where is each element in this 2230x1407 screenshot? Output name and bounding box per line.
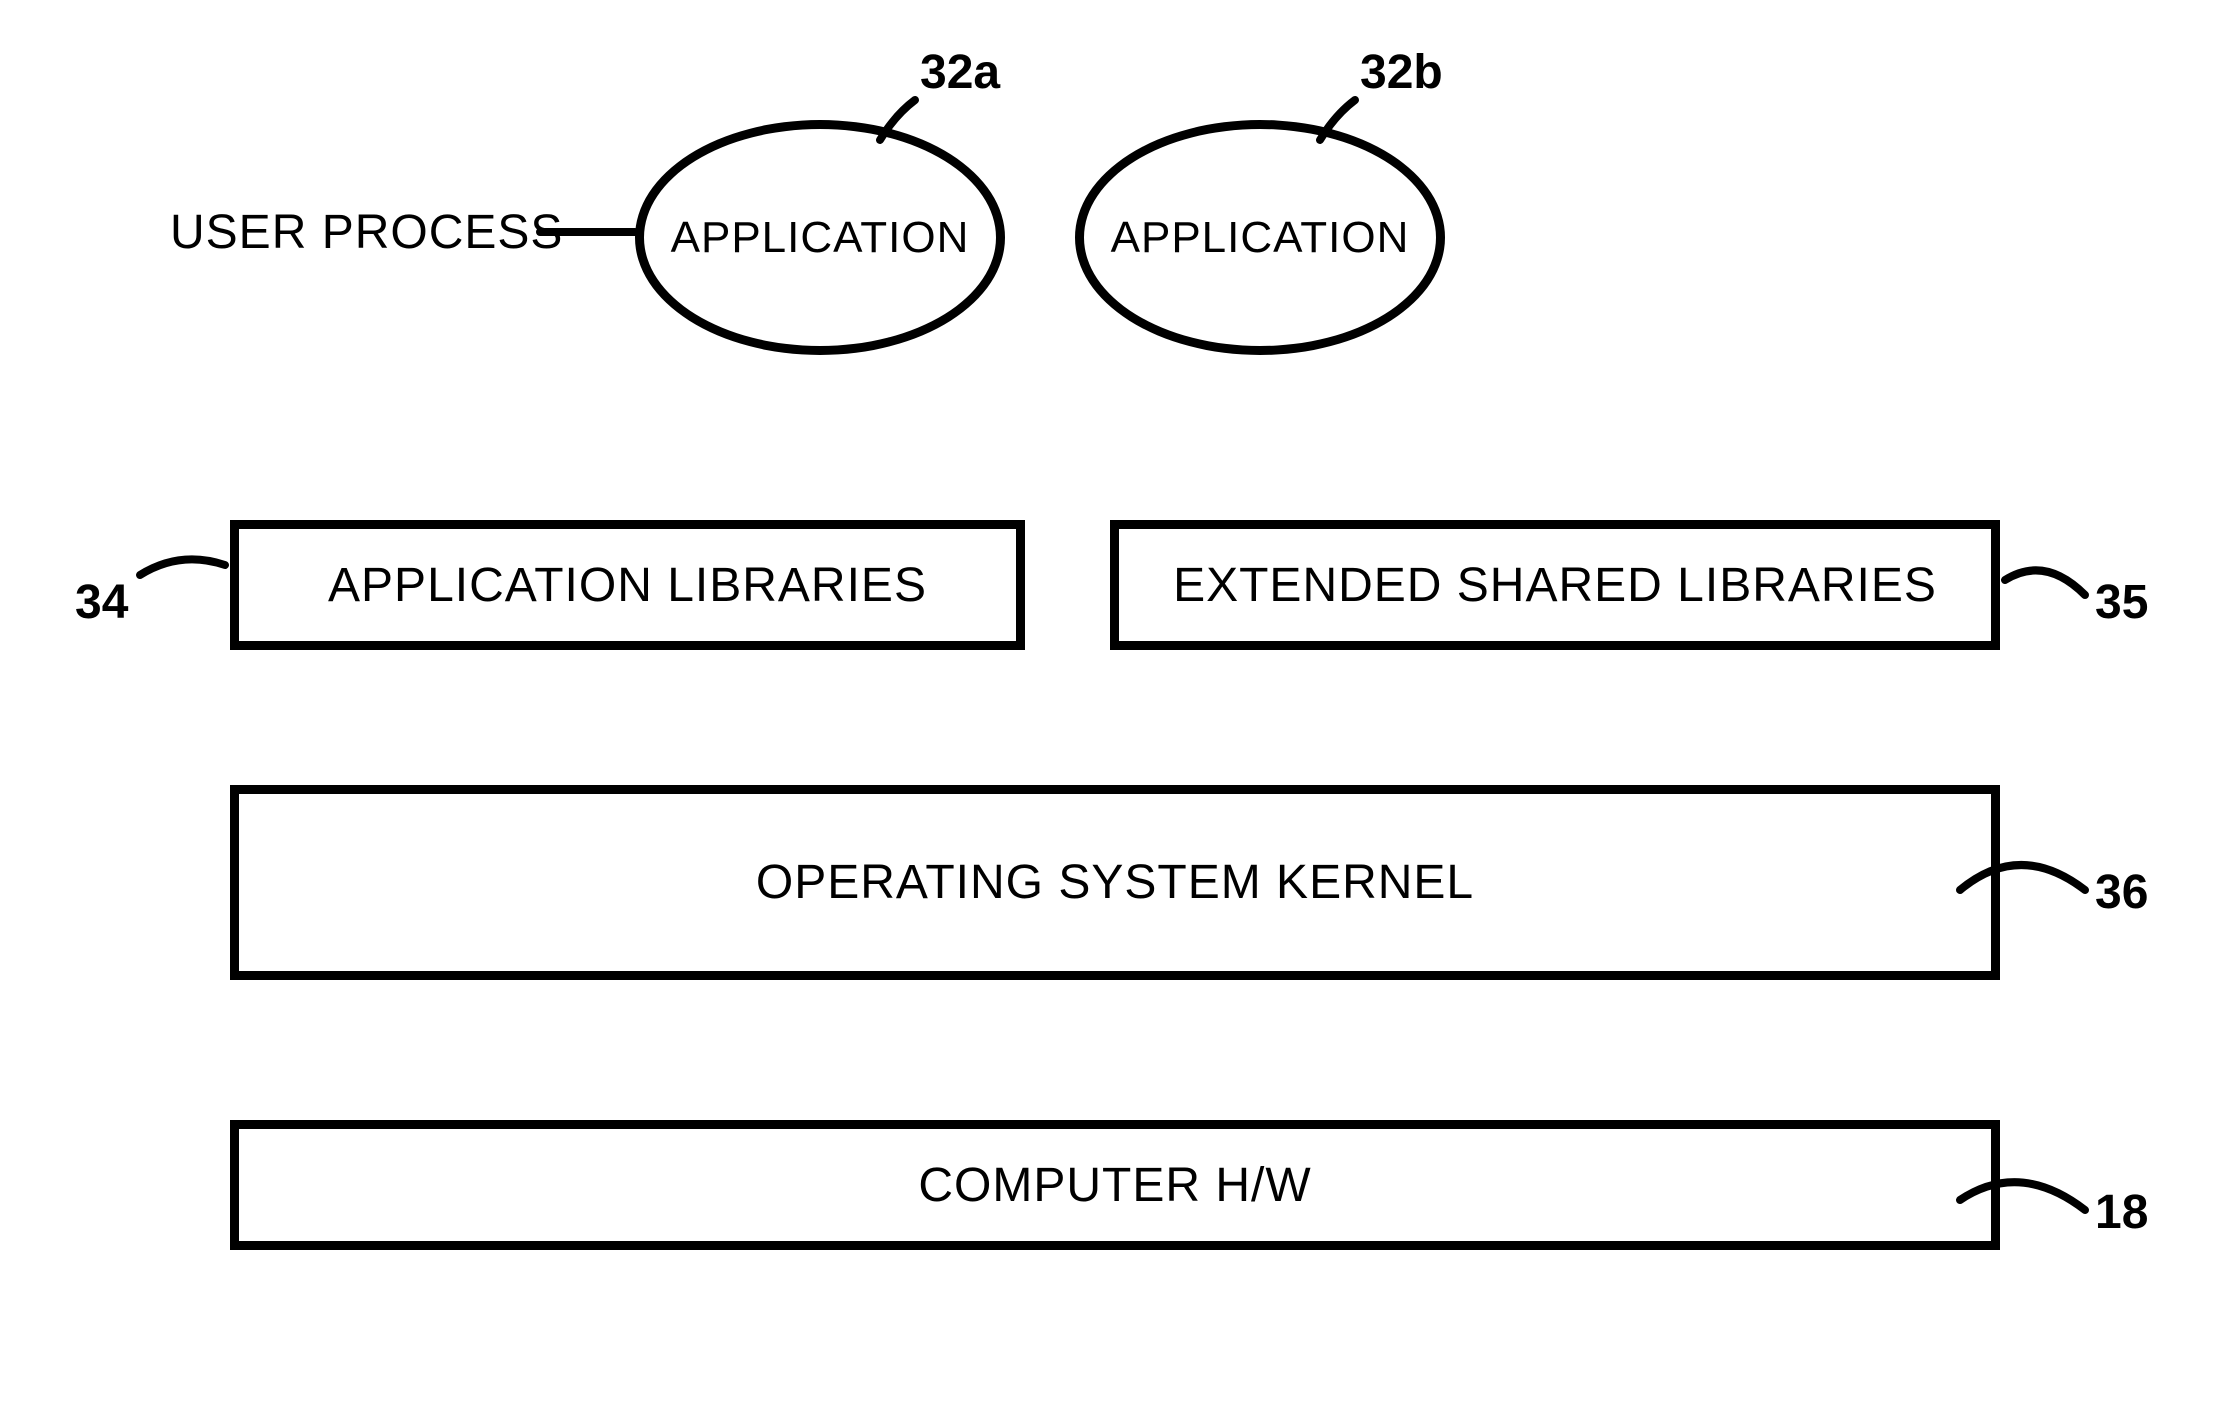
diagram-stage: USER PROCESS APPLICATION 32a APPLICATION… [0,0,2230,1407]
ref-18-lead [0,0,2230,1407]
